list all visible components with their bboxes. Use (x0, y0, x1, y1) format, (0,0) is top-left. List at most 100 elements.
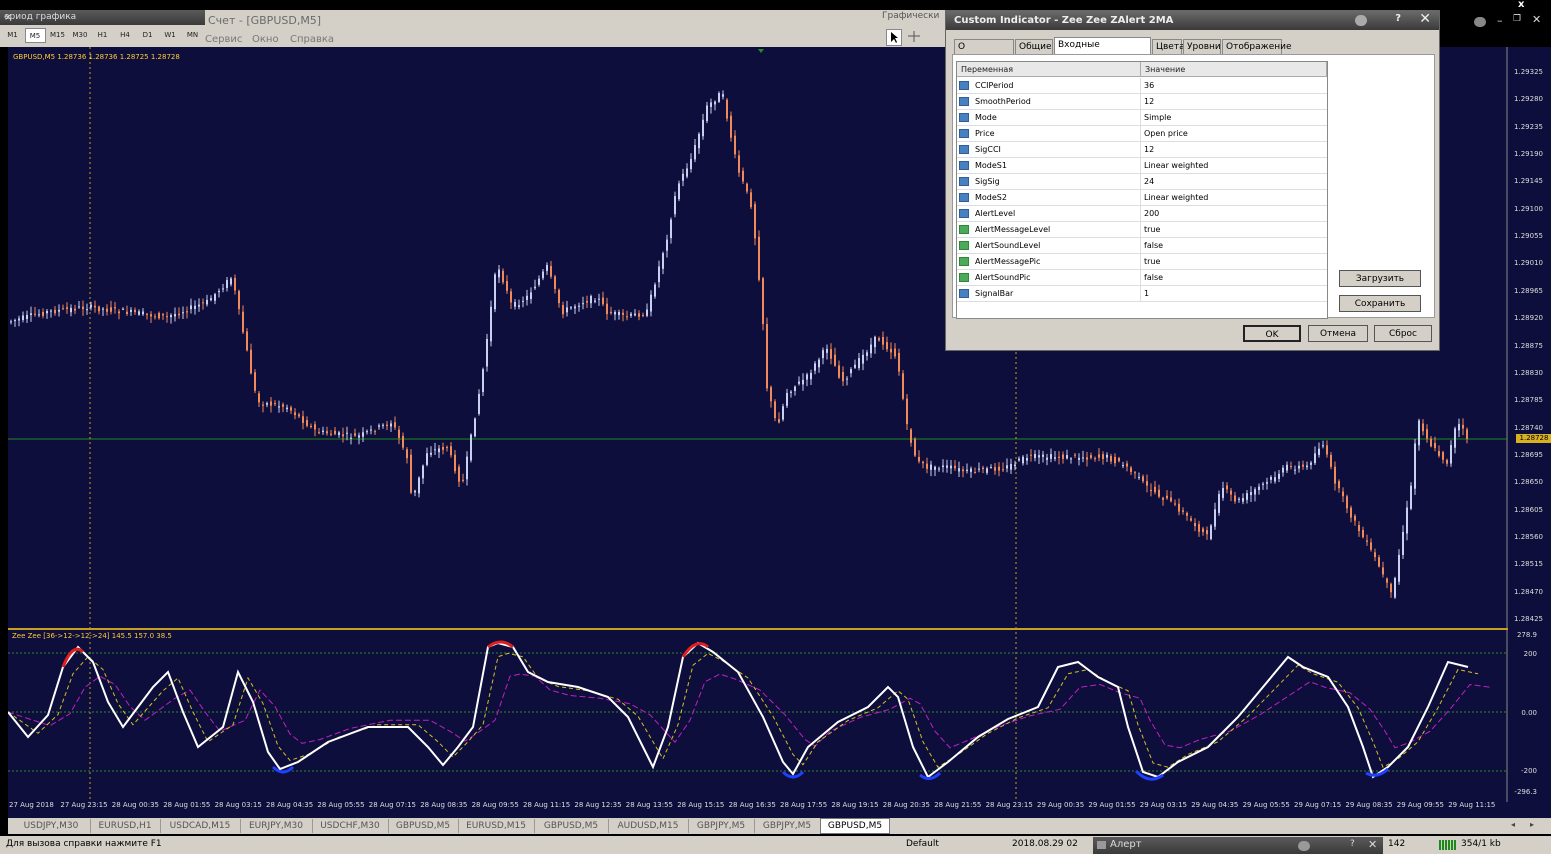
dialog-menu-icon[interactable] (1355, 15, 1367, 26)
crosshair-icon[interactable] (907, 29, 921, 44)
restore-icon[interactable]: ❐ (1513, 14, 1521, 24)
timeframe-button-m30[interactable]: M30 (70, 28, 91, 43)
chart-tab[interactable]: USDCHF,M30 (312, 819, 389, 833)
chart-tab[interactable]: GBPJPY,M5 (754, 819, 821, 833)
candle-body (90, 304, 92, 308)
menu-help[interactable]: Справка (290, 34, 334, 45)
chart-tab[interactable]: AUDUSD,M15 (608, 819, 689, 833)
dialog-help-button[interactable]: ? (1395, 13, 1401, 24)
time-tick-label: 29 Aug 01:55 (1088, 801, 1136, 809)
parameter-row[interactable]: AlertMessageLevel true (957, 222, 1327, 238)
ok-button[interactable]: OK (1243, 325, 1301, 342)
menu-service[interactable]: Сервис (205, 34, 242, 45)
window-ctl-icon[interactable] (1474, 17, 1486, 27)
parameter-value[interactable]: 12 (1144, 94, 1154, 109)
tab-1[interactable]: Общие (1015, 39, 1053, 54)
cancel-button[interactable]: Отмена (1308, 325, 1368, 342)
parameter-value[interactable]: Simple (1144, 110, 1171, 125)
time-tick-label: 28 Aug 17:55 (780, 801, 828, 809)
alert-window-tab[interactable]: Алерт ? ✕ (1093, 837, 1383, 854)
custom-indicator-dialog: Custom Indicator - Zee Zee ZAlert 2MA ? … (945, 10, 1440, 351)
candle-body (402, 435, 404, 448)
timeframe-button-h1[interactable]: H1 (92, 28, 113, 43)
timeframe-button-m5[interactable]: M5 (24, 28, 46, 43)
timeframe-button-h4[interactable]: H4 (115, 28, 136, 43)
chart-tab[interactable]: USDCAD,M15 (160, 819, 241, 833)
tab-4[interactable]: Уровни (1183, 39, 1221, 54)
tab-3[interactable]: Цвета (1152, 39, 1185, 54)
chart-tab[interactable]: GBPUSD,M5 (820, 818, 890, 834)
parameter-value[interactable]: 1 (1144, 286, 1149, 301)
timeframe-button-m15[interactable]: M15 (47, 28, 68, 43)
cursor-icon[interactable] (886, 29, 902, 46)
parameter-value[interactable]: Open price (1144, 126, 1188, 141)
num-param-icon (959, 209, 969, 218)
parameter-value[interactable]: 12 (1144, 142, 1154, 157)
parameter-row[interactable]: ModeS1 Linear weighted (957, 158, 1327, 174)
parameter-row[interactable]: SignalBar 1 (957, 286, 1327, 302)
parameter-row[interactable]: Mode Simple (957, 110, 1327, 126)
column-header-value[interactable]: Значение (1141, 62, 1327, 77)
parameter-value[interactable]: false (1144, 238, 1163, 253)
candle-body (1290, 466, 1292, 468)
parameter-name: ModeS2 (975, 193, 1007, 202)
load-button[interactable]: Загрузить (1339, 270, 1421, 287)
candle-body (1450, 445, 1452, 464)
menu-window[interactable]: Окно (252, 34, 279, 45)
parameter-row[interactable]: SmoothPeriod 12 (957, 94, 1327, 110)
parameter-row[interactable]: SigSig 24 (957, 174, 1327, 190)
column-header-variable[interactable]: Переменная (957, 62, 1141, 77)
tabs-scroll-right-icon[interactable]: ▸ (1530, 820, 1534, 829)
candle-body (530, 292, 532, 300)
candle-body (578, 305, 580, 307)
parameter-row[interactable]: AlertLevel 200 (957, 206, 1327, 222)
tabs-scroll-left-icon[interactable]: ◂ (1511, 820, 1515, 829)
parameter-value[interactable]: 200 (1144, 206, 1159, 221)
tab-0[interactable]: О программе (954, 39, 1014, 67)
close-child-icon[interactable]: ✕ (1532, 13, 1541, 26)
parameter-row[interactable]: ModeS2 Linear weighted (957, 190, 1327, 206)
parameter-row[interactable]: AlertSoundLevel false (957, 238, 1327, 254)
parameter-value[interactable]: Linear weighted (1144, 158, 1208, 173)
chart-tabs-bar: USDJPY,M30 EURUSD,H1 USDCAD,M15 EURJPY,M30 U… (8, 818, 1551, 834)
minimize-icon[interactable]: – (1497, 14, 1503, 27)
chart-tab[interactable]: GBPUSD,M5 (534, 819, 609, 833)
chart-tab[interactable]: USDJPY,M30 (12, 819, 91, 833)
parameter-row[interactable]: AlertSoundPic false (957, 270, 1327, 286)
timeframe-close-icon[interactable]: × (4, 12, 199, 23)
chart-tab[interactable]: EURUSD,M15 (458, 819, 535, 833)
parameter-row[interactable]: Price Open price (957, 126, 1327, 142)
parameter-row[interactable]: CCIPeriod 36 (957, 78, 1327, 94)
parameter-value[interactable]: 36 (1144, 78, 1154, 93)
chart-tab[interactable]: GBPUSD,M5 (388, 819, 459, 833)
candle-body (1238, 498, 1240, 500)
chart-tab[interactable]: GBPJPY,M5 (688, 819, 755, 833)
parameter-row[interactable]: AlertMessagePic true (957, 254, 1327, 270)
parameter-value[interactable]: Linear weighted (1144, 190, 1208, 205)
timeframe-button-m1[interactable]: M1 (2, 28, 23, 43)
tab-2[interactable]: Входные параметры (1054, 37, 1151, 65)
parameter-value[interactable]: false (1144, 270, 1163, 285)
timeframe-button-w1[interactable]: W1 (160, 28, 181, 43)
alert-close-button[interactable]: ✕ (1368, 838, 1377, 851)
parameter-value[interactable]: true (1144, 254, 1160, 269)
dialog-close-button[interactable]: ✕ (1419, 11, 1431, 27)
save-button[interactable]: Сохранить (1339, 295, 1421, 312)
shift-marker (758, 49, 764, 53)
chart-tab[interactable]: EURJPY,M30 (240, 819, 313, 833)
alert-help-button[interactable]: ? (1350, 839, 1355, 849)
reset-button[interactable]: Сброс (1374, 325, 1432, 342)
app-close-button[interactable]: x (1518, 0, 1538, 10)
timeframe-button-mn[interactable]: MN (182, 28, 203, 43)
candle-body (1026, 457, 1028, 461)
timeframe-button-d1[interactable]: D1 (137, 28, 158, 43)
parameter-value[interactable]: true (1144, 222, 1160, 237)
candle-body (274, 402, 276, 405)
parameter-row[interactable]: SigCCI 12 (957, 142, 1327, 158)
alert-menu-icon[interactable] (1298, 841, 1310, 851)
tab-5[interactable]: Отображение (1222, 39, 1292, 54)
candle-body (190, 305, 192, 310)
price-tick-label: 1.29145 (1514, 177, 1543, 186)
parameter-value[interactable]: 24 (1144, 174, 1154, 189)
chart-tab[interactable]: EURUSD,H1 (90, 819, 161, 833)
